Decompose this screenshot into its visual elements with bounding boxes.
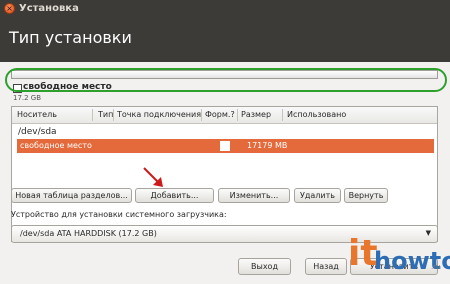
page-title: Тип установки <box>9 28 132 47</box>
watermark-suffix: .ru <box>431 263 441 271</box>
format-checkbox[interactable] <box>220 141 230 151</box>
window-title: Установка <box>19 3 79 14</box>
column-header-device[interactable]: Носитель <box>17 110 57 119</box>
column-header-mount[interactable]: Точка подключения <box>117 110 201 119</box>
column-header-size[interactable]: Размер <box>241 110 271 119</box>
bootloader-selected-value: /dev/sda ATA HARDDISK (17.2 GB) <box>20 229 157 238</box>
column-header-type[interactable]: Тип <box>98 110 113 119</box>
column-separator <box>237 109 238 121</box>
row-size: 17179 MB <box>247 141 288 150</box>
back-button[interactable]: Назад <box>305 258 347 275</box>
bootloader-label: Устройство для установки системного загр… <box>11 210 227 219</box>
column-separator <box>201 109 202 121</box>
column-separator <box>92 109 93 121</box>
close-icon[interactable]: × <box>4 3 15 14</box>
table-row-selected[interactable]: свободное место 17179 MB <box>17 139 434 153</box>
free-space-legend-size: 17.2 GB <box>13 94 42 102</box>
partition-table[interactable]: Носитель Тип Точка подключения Форм.? Ра… <box>11 106 438 242</box>
table-row-device[interactable]: /dev/sda <box>18 127 57 137</box>
dropdown-arrow-icon: ▼ <box>425 229 431 237</box>
delete-button[interactable]: Удалить <box>294 188 341 203</box>
column-header-used[interactable]: Использовано <box>287 110 346 119</box>
pointer-arrow-icon <box>143 167 163 187</box>
revert-button[interactable]: Вернуть <box>344 188 388 203</box>
change-button[interactable]: Изменить... <box>218 188 290 203</box>
ithowto-watermark: it howto .ru <box>346 233 450 284</box>
new-partition-table-button[interactable]: Новая таблица разделов... <box>11 188 132 203</box>
page-header: Тип установки <box>0 18 450 62</box>
row-name: свободное место <box>20 141 92 150</box>
column-header-format[interactable]: Форм.? <box>205 110 235 119</box>
column-separator <box>282 109 283 121</box>
add-button[interactable]: Добавить... <box>135 188 214 203</box>
window-titlebar: × Установка <box>0 0 450 18</box>
table-header: Носитель Тип Точка подключения Форм.? Ра… <box>12 107 437 124</box>
column-separator <box>113 109 114 121</box>
quit-button[interactable]: Выход <box>238 258 291 275</box>
highlight-oval <box>5 68 447 92</box>
